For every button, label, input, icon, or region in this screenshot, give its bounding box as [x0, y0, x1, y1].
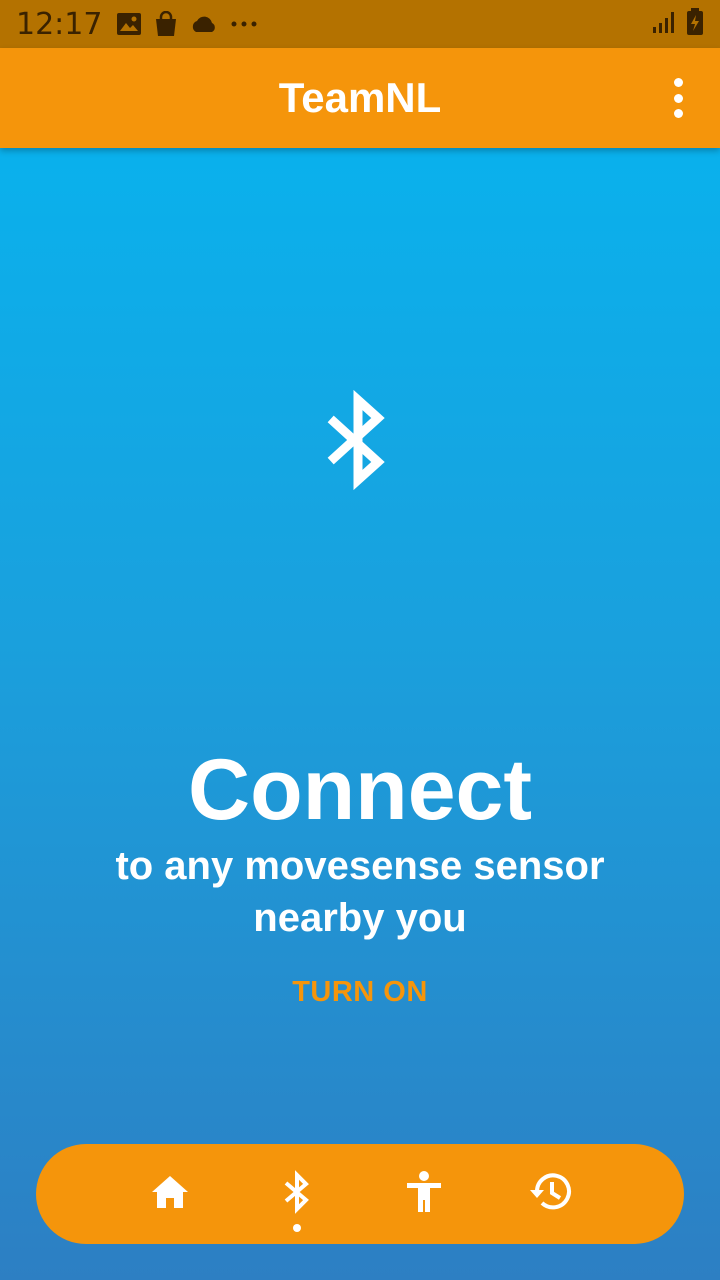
- status-bar: 12:17: [0, 0, 720, 48]
- image-icon: [116, 12, 142, 36]
- bluetooth-icon: [280, 1170, 314, 1218]
- turn-on-button[interactable]: TURN ON: [260, 970, 460, 1014]
- shopping-bag-icon: [154, 11, 178, 37]
- nav-accessibility[interactable]: [392, 1154, 456, 1234]
- bottom-navigation: [36, 1144, 684, 1244]
- selected-indicator: [292, 1224, 301, 1232]
- nav-history[interactable]: [519, 1154, 583, 1234]
- signal-icon: [652, 10, 678, 38]
- status-time: 12:17: [16, 6, 103, 42]
- connect-subtitle: to any movesense sensor nearby you: [115, 844, 605, 940]
- bluetooth-icon: [310, 389, 410, 491]
- app-title: TeamNL: [278, 74, 442, 121]
- home-icon: [148, 1172, 192, 1216]
- nav-bluetooth[interactable]: [265, 1154, 329, 1234]
- nav-home[interactable]: [138, 1154, 202, 1234]
- connect-headline: Connect: [188, 742, 532, 838]
- app-bar: TeamNL: [0, 48, 720, 148]
- more-vert-icon[interactable]: [666, 78, 690, 118]
- accessibility-icon: [404, 1170, 444, 1218]
- more-dots-icon: [230, 20, 258, 28]
- battery-charging-icon: [686, 8, 704, 40]
- history-icon: [529, 1170, 573, 1218]
- cloud-icon: [190, 15, 218, 33]
